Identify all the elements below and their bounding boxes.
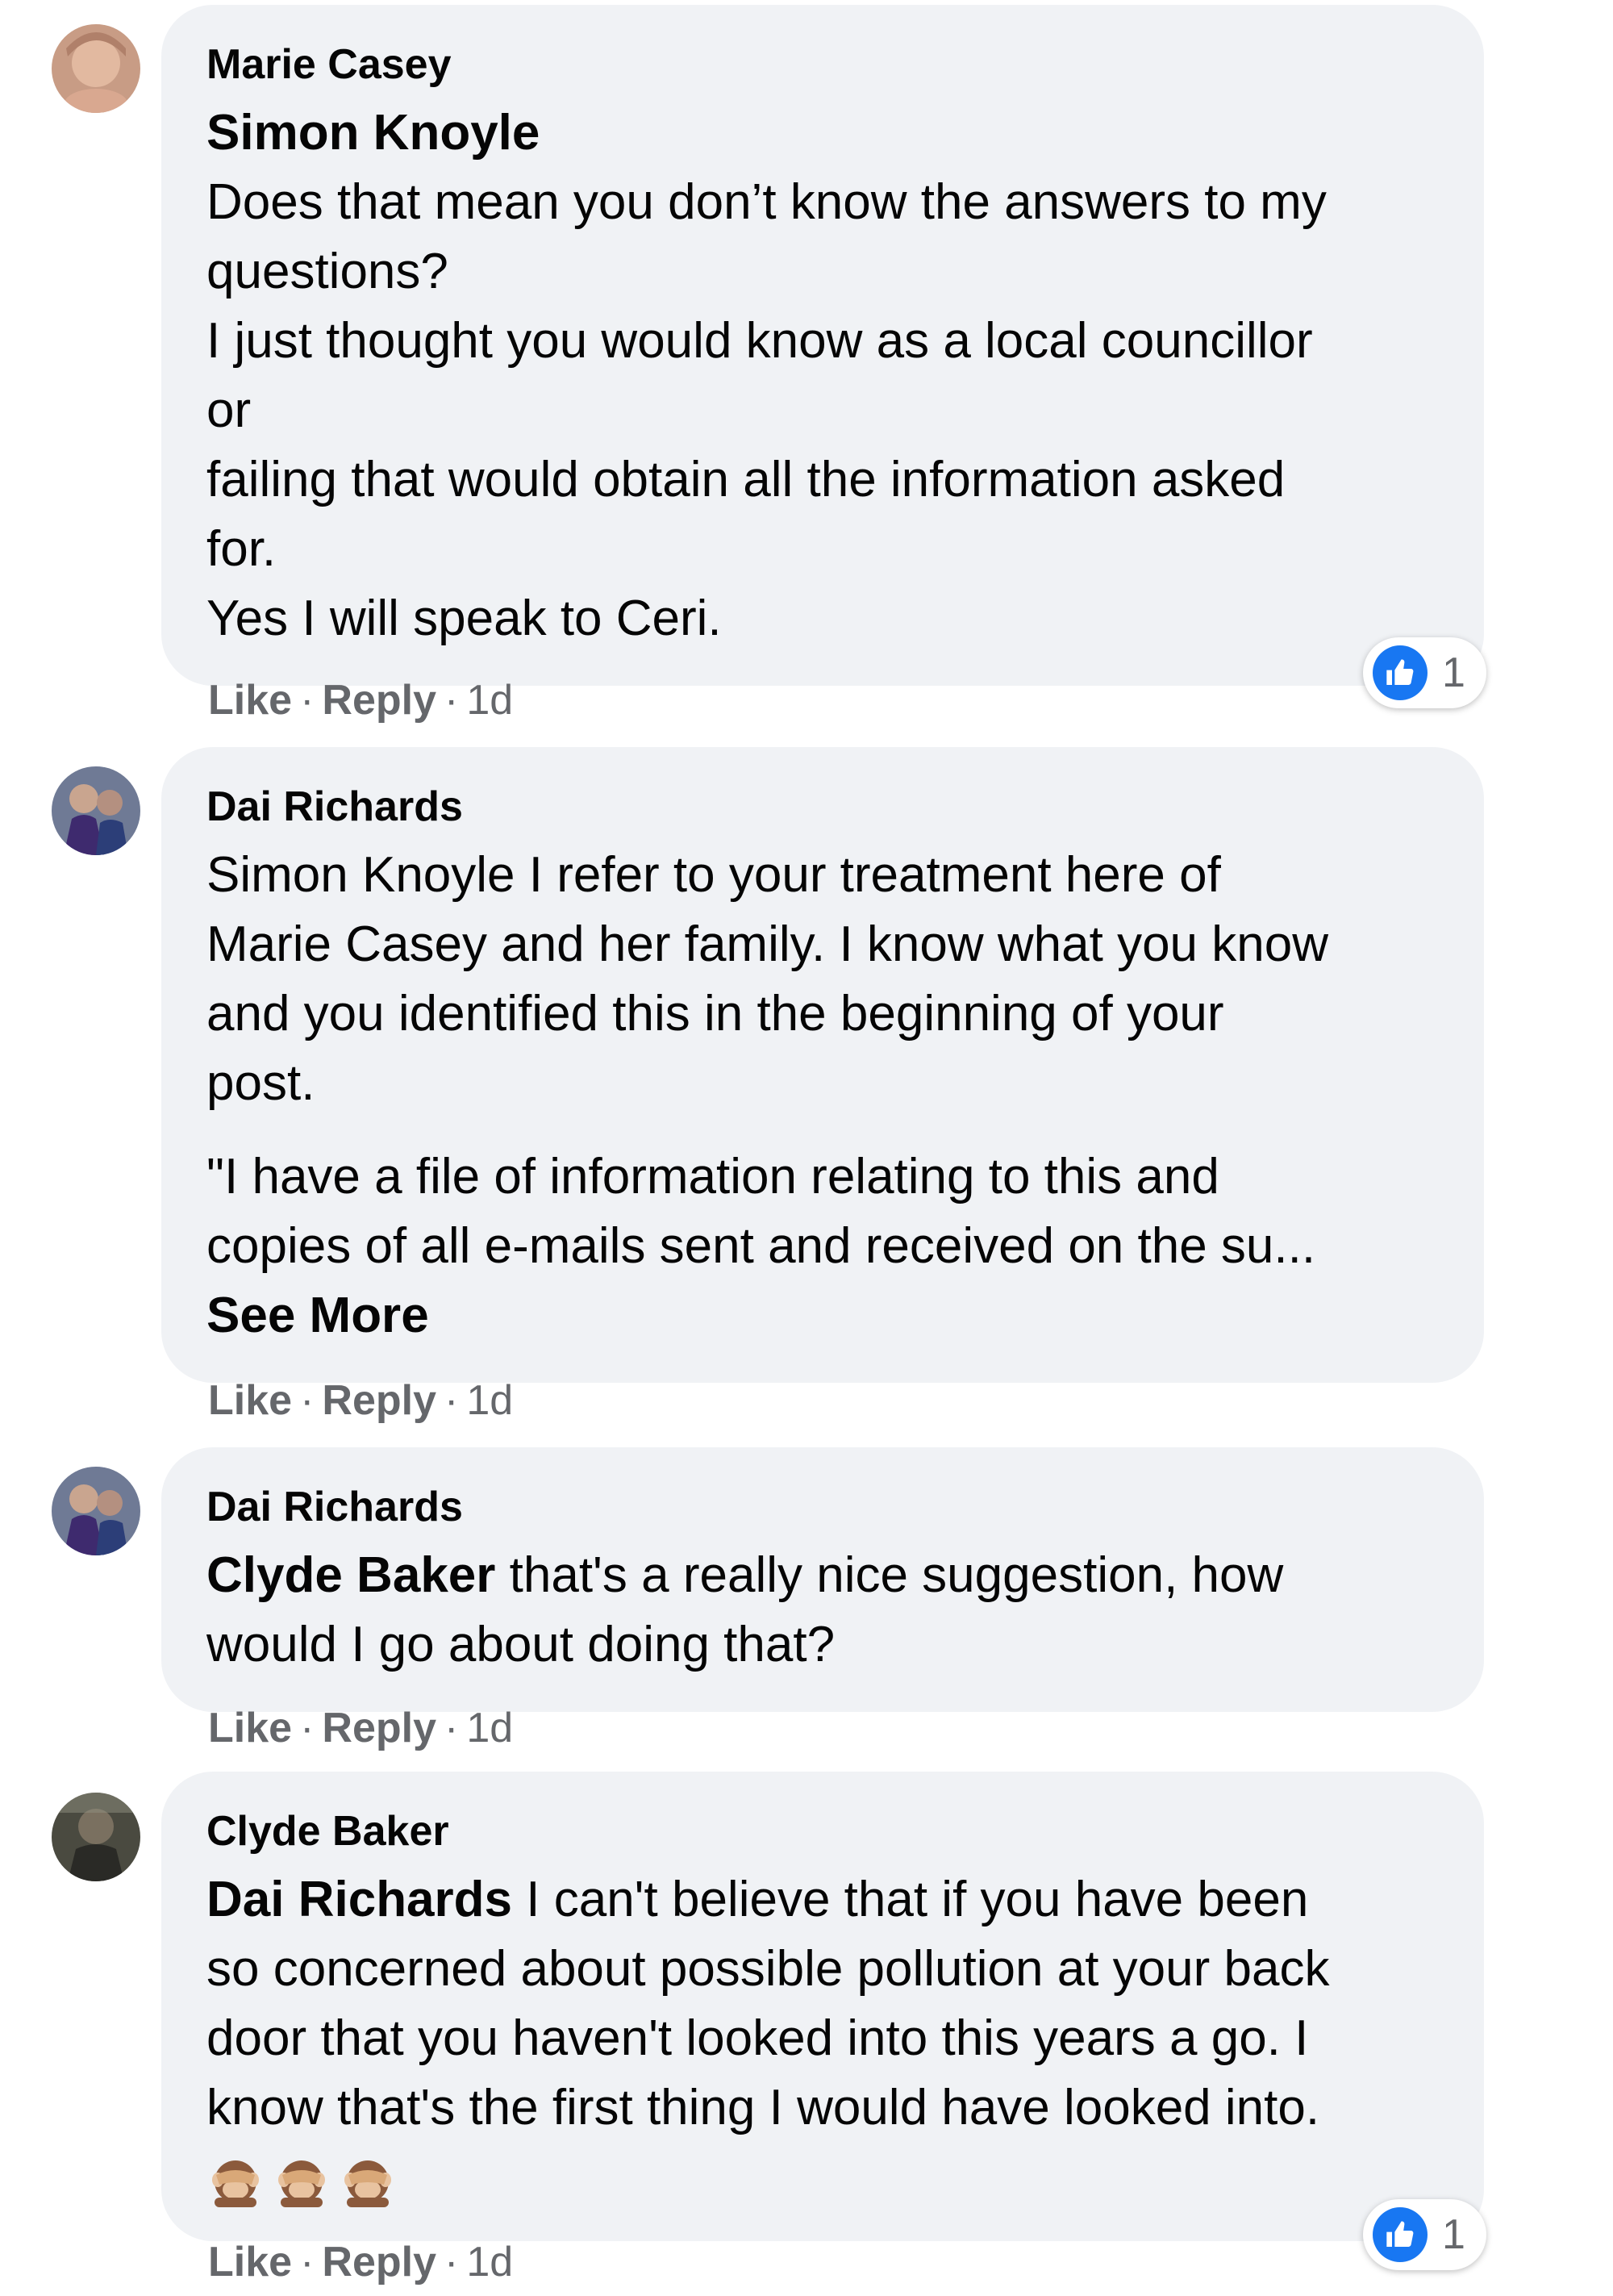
text-line: copies of all e-mails sent and received …: [206, 1218, 1316, 1274]
thumbs-up-icon: [1373, 2207, 1428, 2262]
timestamp[interactable]: 1d: [466, 677, 513, 724]
separator: ·: [300, 677, 315, 724]
text-line: would I go about doing that?: [206, 1617, 836, 1672]
text-line: so concerned about possible pollution at…: [206, 1941, 1330, 1997]
comment-author[interactable]: Marie Casey: [206, 40, 1439, 89]
text-line: and you identified this in the beginning…: [206, 986, 1224, 1042]
text-line: questions?: [206, 244, 448, 299]
see-no-evil-monkey-icon: [278, 2160, 325, 2207]
text-line: know that's the first thing I would have…: [206, 2080, 1320, 2135]
avatar[interactable]: [52, 1467, 140, 1555]
mention[interactable]: Dai Richards: [206, 1872, 512, 1927]
reaction-summary[interactable]: 1: [1363, 2199, 1486, 2270]
comment-actions: Like · Reply · 1d: [208, 1704, 513, 1752]
comment-author[interactable]: Clyde Baker: [206, 1807, 1439, 1856]
see-no-evil-monkey-icon: [212, 2160, 259, 2207]
comment-bubble: Marie Casey Simon Knoyle Does that mean …: [161, 5, 1484, 686]
comment-text: Clyde Baker that's a really nice suggest…: [206, 1541, 1439, 1680]
comment-author[interactable]: Dai Richards: [206, 1483, 1439, 1531]
reply-button[interactable]: Reply: [322, 1705, 436, 1751]
comment-bubble: Clyde Baker Dai Richards I can't believe…: [161, 1772, 1484, 2241]
like-button[interactable]: Like: [208, 1705, 292, 1751]
comment-bubble: Dai Richards Clyde Baker that's a really…: [161, 1447, 1484, 1712]
text-line: Clyde Baker that's a really nice suggest…: [206, 1541, 1439, 1610]
text-line: Dai Richards I can't believe that if you…: [206, 1865, 1439, 1935]
comment-text: Dai Richards I can't believe that if you…: [206, 1865, 1439, 2209]
comment-actions: Like · Reply · 1d: [208, 2238, 513, 2286]
timestamp[interactable]: 1d: [466, 2239, 513, 2286]
see-no-evil-monkey-icon: [344, 2160, 391, 2207]
reaction-count: 1: [1442, 649, 1465, 696]
like-button[interactable]: Like: [208, 2239, 292, 2286]
separator: ·: [300, 1377, 315, 1424]
reaction-summary[interactable]: 1: [1363, 637, 1486, 708]
text-line: door that you haven't looked into this y…: [206, 2010, 1309, 2066]
see-more-link[interactable]: See More: [206, 1281, 1439, 1350]
text-line: Yes I will speak to Ceri.: [206, 591, 722, 646]
comment-actions: Like · Reply · 1d: [208, 676, 513, 724]
text-fragment: that's a really nice suggestion, how: [495, 1547, 1284, 1603]
text-line: or: [206, 382, 252, 438]
separator: ·: [444, 1377, 459, 1424]
comment-bubble: Dai Richards Simon Knoyle I refer to you…: [161, 747, 1484, 1383]
text-line: post.: [206, 1055, 315, 1111]
emoji-row: [206, 2151, 1439, 2209]
like-button[interactable]: Like: [208, 677, 292, 724]
comment-text: Simon Knoyle I refer to your treatment h…: [206, 841, 1439, 1350]
separator: ·: [300, 2239, 315, 2286]
reply-button[interactable]: Reply: [322, 2239, 436, 2286]
avatar[interactable]: [52, 1793, 140, 1881]
timestamp[interactable]: 1d: [466, 1705, 513, 1751]
comment-author[interactable]: Dai Richards: [206, 783, 1439, 831]
avatar-photo: [52, 1467, 140, 1555]
text-line: I just thought you would know as a local…: [206, 313, 1313, 369]
separator: ·: [444, 677, 459, 724]
text-line: Simon Knoyle I refer to your treatment h…: [206, 847, 1221, 903]
avatar-photo: [52, 24, 140, 113]
separator: ·: [444, 2239, 459, 2286]
thumbs-up-icon: [1373, 645, 1428, 700]
separator: ·: [300, 1705, 315, 1751]
avatar[interactable]: [52, 24, 140, 113]
like-button[interactable]: Like: [208, 1377, 292, 1424]
text-line: "I have a file of information relating t…: [206, 1149, 1219, 1204]
comment-text: Simon Knoyle Does that mean you don’t kn…: [206, 98, 1439, 653]
text-line: for.: [206, 521, 277, 577]
text-line: Does that mean you don’t know the answer…: [206, 174, 1327, 230]
timestamp[interactable]: 1d: [466, 1377, 513, 1424]
mention[interactable]: Clyde Baker: [206, 1547, 495, 1603]
separator: ·: [444, 1705, 459, 1751]
avatar[interactable]: [52, 766, 140, 855]
mention[interactable]: Simon Knoyle: [206, 98, 1439, 168]
avatar-photo: [52, 766, 140, 855]
reply-button[interactable]: Reply: [322, 677, 436, 724]
avatar-photo: [52, 1793, 140, 1881]
text-line: Marie Casey and her family. I know what …: [206, 916, 1329, 972]
comment-actions: Like · Reply · 1d: [208, 1376, 513, 1425]
reaction-count: 1: [1442, 2211, 1465, 2258]
text-line: failing that would obtain all the inform…: [206, 452, 1286, 507]
text-fragment: I can't believe that if you have been: [512, 1872, 1309, 1927]
reply-button[interactable]: Reply: [322, 1377, 436, 1424]
